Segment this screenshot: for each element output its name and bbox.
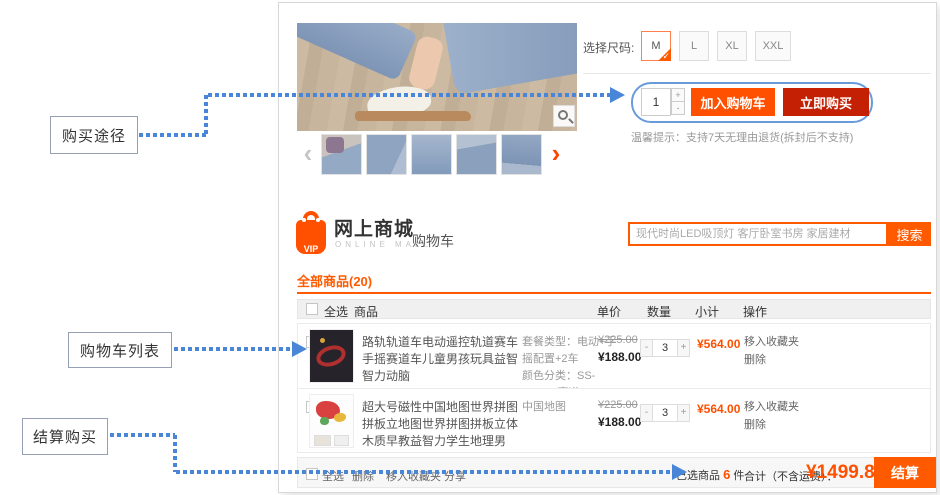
price-original: ¥225.00 — [598, 334, 638, 346]
size-option-l[interactable]: L — [679, 31, 709, 61]
quantity-stepper: + - — [671, 88, 685, 116]
selected-check-icon: ✓ — [662, 51, 670, 62]
header-subtotal: 小计 — [695, 303, 719, 320]
header-quantity: 数量 — [647, 303, 671, 320]
carousel-next-icon[interactable]: › — [547, 139, 565, 169]
product-photo-race-track[interactable] — [309, 329, 354, 383]
arrow-line — [204, 95, 208, 135]
checkout-button[interactable]: 结算 — [874, 457, 936, 488]
page-title: 购物车 — [412, 231, 454, 251]
annotation-checkout-label: 结算购买 — [33, 426, 97, 447]
photo-sandal-shape — [355, 111, 471, 121]
quantity-input[interactable] — [641, 88, 671, 116]
thumbnail-5[interactable] — [501, 134, 542, 175]
select-all-checkbox[interactable] — [306, 303, 318, 315]
arrow-line — [208, 93, 610, 97]
move-to-favorites-link[interactable]: 移入收藏夹 — [744, 333, 799, 349]
arrow-line — [110, 433, 175, 437]
thumbnail-2[interactable] — [366, 134, 407, 175]
mall-name: 网上商城 — [334, 214, 414, 241]
tab-underline — [297, 292, 931, 294]
annotation-cart-list: 购物车列表 — [68, 332, 172, 368]
thumbnail-1[interactable] — [321, 134, 362, 175]
annotation-purchase-path: 购买途径 — [50, 116, 138, 154]
move-to-favorites-link[interactable]: 移入收藏夹 — [744, 398, 799, 414]
arrow-head-icon — [672, 464, 687, 480]
product-photo-jeans-sandal — [297, 23, 577, 131]
thumbnail-3[interactable] — [411, 134, 452, 175]
shop-panel: ‹ › 选择尺码: M ✓ L XL XXL + - 加入购物车 立即购买 温馨… — [278, 2, 937, 493]
search-button[interactable]: 搜索 — [888, 222, 931, 246]
delete-link[interactable]: 删除 — [744, 416, 766, 432]
product-photo-map-puzzle[interactable] — [309, 394, 354, 448]
mockup-canvas: 购买途径 购物车列表 结算购买 ‹ — [0, 0, 940, 495]
photo-denim-shape — [441, 23, 577, 95]
size-option-xxl[interactable]: XXL — [755, 31, 791, 61]
thumbnail-4[interactable] — [456, 134, 497, 175]
quantity-increase-icon[interactable]: + — [671, 88, 685, 102]
photo-denim-shape — [297, 23, 418, 81]
product-title[interactable]: 路轨轨道车电动遥控轨道赛车手摇赛道车儿童男孩玩具益智智力动脑 — [362, 334, 520, 385]
add-to-cart-button[interactable]: 加入购物车 — [691, 88, 775, 116]
size-label: 选择尺码: — [583, 39, 634, 56]
row-quantity-value[interactable]: 3 — [652, 404, 678, 422]
size-option-m[interactable]: M ✓ — [641, 31, 671, 61]
cart-table-body: 路轨轨道车电动遥控轨道赛车手摇赛道车儿童男孩玩具益智智力动脑 套餐类型：电动+手… — [297, 323, 931, 453]
price-current: ¥188.00 — [598, 415, 641, 429]
price-original: ¥225.00 — [598, 399, 638, 411]
section-divider — [583, 73, 931, 74]
size-option-xl[interactable]: XL — [717, 31, 747, 61]
cart-table-header: 全选 商品 单价 数量 小计 操作 — [297, 299, 931, 319]
delete-link[interactable]: 删除 — [744, 351, 766, 367]
row-subtotal: ¥564.00 — [697, 337, 740, 351]
arrow-line — [173, 435, 177, 472]
quantity-decrease-icon[interactable]: - — [671, 101, 685, 115]
annotation-cart-list-label: 购物车列表 — [80, 340, 160, 361]
arrow-head-icon — [292, 341, 307, 357]
annotation-purchase-path-label: 购买途径 — [62, 125, 126, 146]
cart-row-2: 超大号磁性中国地图世界拼图拼板立地图世界拼图拼板立体木质早教益智力学生地理男 中… — [298, 388, 930, 452]
cart-row-1: 路轨轨道车电动遥控轨道赛车手摇赛道车儿童男孩玩具益智智力动脑 套餐类型：电动+手… — [298, 324, 930, 388]
arrow-line — [174, 347, 292, 351]
quantity-increase-icon[interactable]: + — [677, 404, 690, 422]
mall-logo-bag-icon: VIP — [296, 211, 326, 257]
header-unit-price: 单价 — [597, 303, 621, 320]
return-policy-tip: 温馨提示：支持7天无理由退货(拆封后不支持) — [631, 129, 853, 145]
arrow-head-icon — [610, 87, 625, 103]
carousel-prev-icon[interactable]: ‹ — [299, 139, 317, 169]
arrow-line — [176, 470, 674, 474]
row-quantity-value[interactable]: 3 — [652, 339, 678, 357]
quantity-increase-icon[interactable]: + — [677, 339, 690, 357]
annotation-checkout: 结算购买 — [22, 418, 108, 455]
row-quantity-stepper: - 3 + — [640, 404, 692, 422]
header-actions: 操作 — [743, 303, 767, 320]
arrow-line — [139, 133, 207, 137]
buy-now-button[interactable]: 立即购买 — [783, 88, 869, 116]
zoom-icon[interactable] — [553, 105, 575, 127]
row-quantity-stepper: - 3 + — [640, 339, 692, 357]
header-product: 商品 — [354, 303, 378, 320]
logo-vip-text: VIP — [296, 244, 326, 254]
search-input[interactable] — [628, 222, 888, 246]
row-subtotal: ¥564.00 — [697, 402, 740, 416]
product-title[interactable]: 超大号磁性中国地图世界拼图拼板立地图世界拼图拼板立体木质早教益智力学生地理男 — [362, 399, 520, 450]
price-current: ¥188.00 — [598, 350, 641, 364]
selected-count: 6 — [723, 467, 730, 482]
tab-all-products[interactable]: 全部商品(20) — [297, 271, 372, 290]
header-select-all: 全选 — [324, 303, 348, 320]
